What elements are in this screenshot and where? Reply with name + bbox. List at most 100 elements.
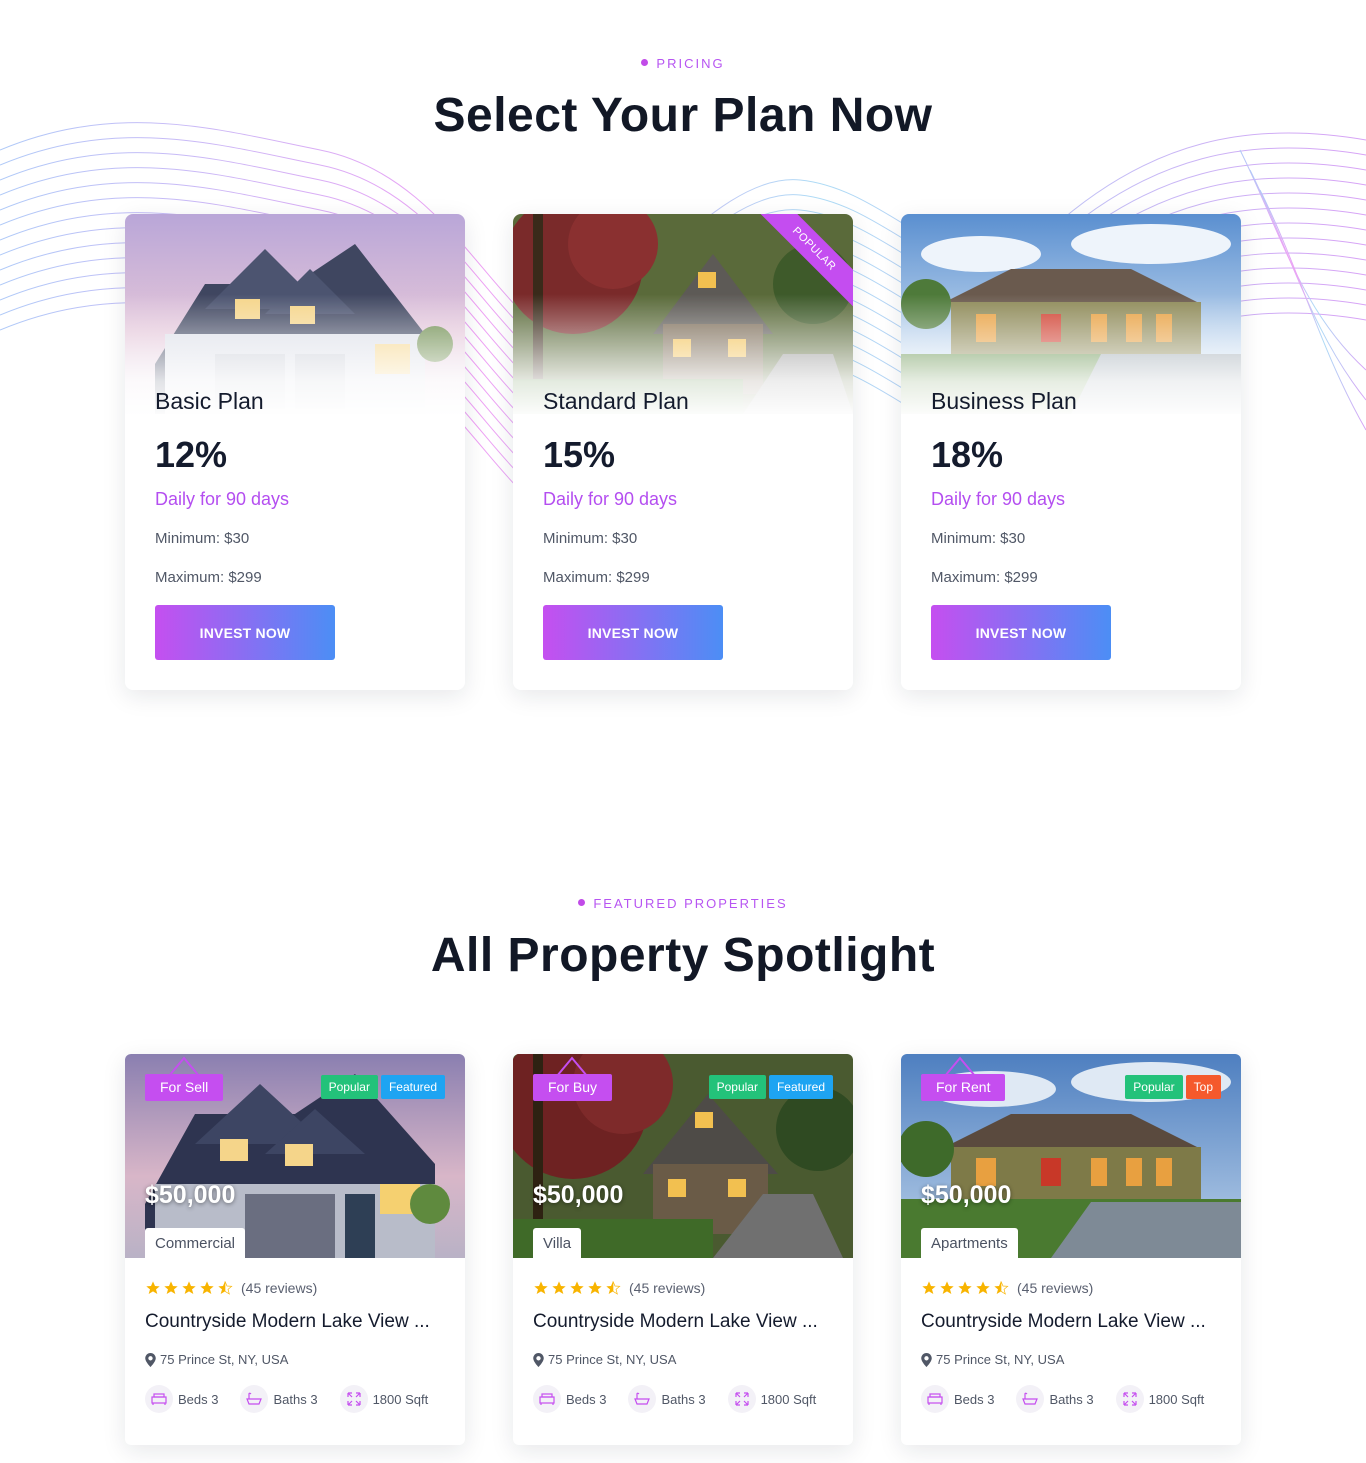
area-expand-icon [339, 1385, 368, 1413]
plan-name: Basic Plan [155, 388, 264, 414]
plan-card-business: Business Plan 18% Daily for 90 days Mini… [901, 214, 1241, 690]
beds-label: Beds 3 [178, 1391, 219, 1407]
bed-icon [921, 1385, 949, 1413]
area-label: 1800 Sqft [760, 1391, 817, 1407]
plan-image-basic [125, 214, 465, 414]
star-icon [146, 1281, 160, 1294]
property-address: 75 Prince St, NY, USA [145, 1352, 288, 1367]
property-address: 75 Prince St, NY, USA [921, 1352, 1064, 1367]
feature-area: 1800 Sqft [1115, 1385, 1205, 1413]
plan-minimum: Minimum: $30 [931, 530, 1026, 547]
ribbon-label: POPULAR [753, 214, 853, 312]
address-text: 75 Prince St, NY, USA [160, 1352, 289, 1367]
property-address: 75 Prince St, NY, USA [533, 1352, 676, 1367]
top-badge: Top [1185, 1075, 1221, 1099]
invest-now-button[interactable]: INVEST NOW [543, 605, 723, 660]
property-features: Beds 3 Baths 3 1800 Sqft [921, 1385, 1204, 1413]
plan-period: Daily for 90 days [155, 489, 290, 509]
plan-period: Daily for 90 days [931, 489, 1066, 509]
beds-label: Beds 3 [954, 1391, 995, 1407]
property-price: $50,000 [533, 1181, 624, 1209]
plan-image-business [901, 214, 1241, 414]
review-count: (45 reviews) [241, 1280, 318, 1296]
star-icon [976, 1281, 990, 1294]
area-expand-icon [727, 1385, 756, 1413]
bathtub-icon [240, 1385, 269, 1413]
property-card[interactable]: For Buy Popular Featured $50,000 Villa (… [513, 1054, 853, 1445]
featured-badge: Featured [768, 1075, 833, 1099]
properties-tag-label: FEATURED PROPERTIES [593, 896, 788, 911]
star-half-icon [606, 1281, 621, 1295]
area-label: 1800 Sqft [372, 1391, 429, 1407]
plan-maximum: Maximum: $299 [155, 569, 262, 586]
bed-icon [533, 1385, 561, 1413]
baths-label: Baths 3 [661, 1391, 706, 1407]
plan-rate: 12% [155, 434, 228, 475]
status-badge: For Sell [145, 1074, 224, 1101]
invest-now-button[interactable]: INVEST NOW [155, 605, 335, 660]
status-badge: For Rent [921, 1074, 1006, 1101]
plan-rate: 15% [543, 434, 616, 475]
property-price: $50,000 [921, 1181, 1012, 1209]
bed-icon [145, 1385, 173, 1413]
plan-name: Business Plan [931, 388, 1077, 414]
area-label: 1800 Sqft [1148, 1391, 1205, 1407]
properties-section-tag: FEATURED PROPERTIES [0, 896, 1366, 911]
property-badges: Popular Featured [708, 1075, 833, 1099]
tag-dot [641, 59, 649, 67]
plan-card-basic: Basic Plan 12% Daily for 90 days Minimum… [125, 214, 465, 690]
rating: (45 reviews) [533, 1280, 705, 1296]
property-title[interactable]: Countryside Modern Lake View ... [533, 1311, 818, 1333]
feature-beds: Beds 3 [145, 1385, 218, 1413]
tag-hanger-icon [944, 1056, 976, 1076]
bathtub-icon [1016, 1385, 1045, 1413]
popular-badge: Popular [320, 1075, 378, 1099]
map-pin-icon [145, 1352, 156, 1367]
plan-name: Standard Plan [543, 388, 689, 414]
status-badge: For Buy [533, 1074, 613, 1101]
plan-minimum: Minimum: $30 [543, 530, 638, 547]
property-type: Commercial [145, 1228, 246, 1262]
property-card[interactable]: For Rent Popular Top $50,000 Apartments … [901, 1054, 1241, 1445]
pricing-section-tag: PRICING [0, 56, 1366, 71]
property-card[interactable]: For Sell Popular Featured $50,000 Commer… [125, 1054, 465, 1445]
plan-maximum: Maximum: $299 [931, 569, 1038, 586]
plan-rate: 18% [931, 434, 1004, 475]
feature-baths: Baths 3 [240, 1385, 318, 1413]
star-half-icon [994, 1281, 1009, 1295]
popular-badge: Popular [1125, 1075, 1183, 1099]
feature-beds: Beds 3 [921, 1385, 994, 1413]
property-price: $50,000 [145, 1181, 236, 1209]
popular-ribbon: POPULAR [753, 214, 853, 314]
star-icon [588, 1281, 602, 1294]
property-badges: Popular Top [1125, 1075, 1221, 1099]
plan-minimum: Minimum: $30 [155, 530, 250, 547]
property-title[interactable]: Countryside Modern Lake View ... [145, 1311, 430, 1333]
baths-label: Baths 3 [1049, 1391, 1094, 1407]
pricing-tag-label: PRICING [656, 56, 725, 71]
area-expand-icon [1115, 1385, 1144, 1413]
property-features: Beds 3 Baths 3 1800 Sqft [533, 1385, 816, 1413]
pricing-title: Select Your Plan Now [433, 89, 933, 142]
property-features: Beds 3 Baths 3 1800 Sqft [145, 1385, 428, 1413]
featured-badge: Featured [380, 1075, 445, 1099]
star-half-icon [218, 1281, 233, 1295]
rating: (45 reviews) [145, 1280, 317, 1296]
invest-now-button[interactable]: INVEST NOW [931, 605, 1111, 660]
plan-period: Daily for 90 days [543, 489, 678, 509]
plan-card-standard: POPULAR Standard Plan 15% Daily for 90 d… [513, 214, 853, 690]
star-icon [940, 1281, 954, 1294]
map-pin-icon [921, 1352, 932, 1367]
properties-title: All Property Spotlight [430, 929, 936, 982]
plan-maximum: Maximum: $299 [543, 569, 650, 586]
address-text: 75 Prince St, NY, USA [936, 1352, 1065, 1367]
feature-baths: Baths 3 [1016, 1385, 1094, 1413]
tag-dot [578, 899, 586, 907]
tag-hanger-icon [556, 1056, 588, 1076]
property-type: Villa [533, 1228, 582, 1262]
tag-hanger-icon [168, 1056, 200, 1076]
baths-label: Baths 3 [273, 1391, 318, 1407]
star-icon [200, 1281, 214, 1294]
bathtub-icon [628, 1385, 657, 1413]
property-title[interactable]: Countryside Modern Lake View ... [921, 1311, 1206, 1333]
